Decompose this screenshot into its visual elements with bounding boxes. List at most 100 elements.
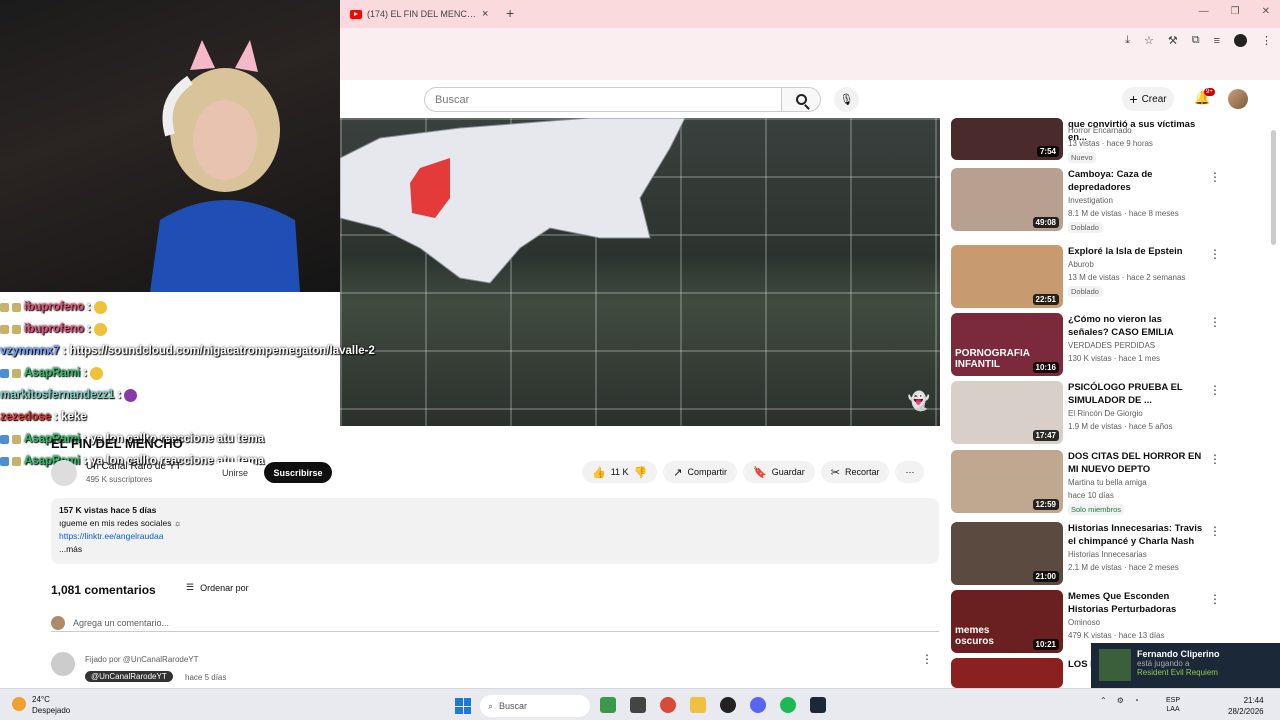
close-tab-icon[interactable]: × bbox=[482, 8, 488, 20]
bookmark-star-icon[interactable]: ☆ bbox=[1144, 34, 1154, 47]
steam-icon[interactable] bbox=[810, 697, 826, 713]
lang-code: ESP bbox=[1166, 697, 1181, 704]
recommendation-channel[interactable]: El Rincón De Giorgio bbox=[1068, 409, 1143, 418]
recommendation-channel[interactable]: Historias Innecesarias bbox=[1068, 550, 1147, 559]
recommendation-title[interactable]: DOS CITAS DEL HORROR EN MI NUEVO DEPTO bbox=[1068, 450, 1203, 476]
clip-button[interactable]: ✂ Recortar bbox=[820, 461, 890, 483]
more-options-icon[interactable]: ⋮ bbox=[1209, 315, 1221, 329]
scrollbar[interactable] bbox=[1271, 130, 1276, 245]
channel-name[interactable]: Un Canal Raro de YT bbox=[86, 461, 181, 472]
video-duration: 12:59 bbox=[1032, 499, 1059, 510]
share-button[interactable]: ↗ Compartir bbox=[663, 461, 737, 483]
add-comment-placeholder: Agrega un comentario... bbox=[73, 617, 170, 628]
language-indicator[interactable]: ESP LAA bbox=[1166, 696, 1180, 714]
weather-widget[interactable]: 24°C Despejado bbox=[12, 694, 70, 716]
recommendation-badge: Nuevo bbox=[1068, 152, 1096, 163]
create-button[interactable]: + Crear bbox=[1122, 87, 1174, 111]
clock[interactable]: 21:44 28/2/2026 bbox=[1228, 695, 1264, 717]
join-button[interactable]: Unirse bbox=[212, 462, 258, 483]
more-options-icon[interactable]: ⋮ bbox=[1209, 452, 1221, 466]
more-options-icon[interactable]: ⋮ bbox=[1209, 524, 1221, 538]
wifi-icon[interactable]: ◔ bbox=[1134, 696, 1139, 705]
search-button[interactable] bbox=[781, 87, 821, 112]
chat-username: AsapRami bbox=[24, 367, 81, 379]
sort-label: Ordenar por bbox=[200, 582, 249, 593]
more-options-icon[interactable]: ⋮ bbox=[1209, 170, 1221, 184]
more-options-icon[interactable]: ⋮ bbox=[1209, 247, 1221, 261]
like-button[interactable]: 👍 11 K 👎 bbox=[582, 461, 658, 483]
restore-icon[interactable]: ❐ bbox=[1231, 6, 1240, 17]
file-explorer-icon[interactable] bbox=[690, 697, 706, 713]
video-thumbnail[interactable]: memes oscuros 10:21 bbox=[951, 590, 1063, 653]
video-thumbnail[interactable] bbox=[951, 658, 1063, 688]
video-thumbnail[interactable]: 22:51 bbox=[951, 245, 1063, 308]
thumbs-down-icon[interactable]: 👎 bbox=[634, 466, 648, 479]
system-tray: ⌃ ⚙ ◔ bbox=[1100, 696, 1139, 705]
chat-text: : keke bbox=[54, 411, 87, 423]
app-icon[interactable] bbox=[720, 697, 736, 713]
recommendation-channel[interactable]: Investigation bbox=[1068, 196, 1113, 205]
taskbar-search[interactable]: ⌕ Buscar bbox=[480, 695, 590, 717]
recommendation-channel[interactable]: VERDADES PERDIDAS bbox=[1068, 341, 1155, 350]
more-options-icon[interactable]: ⋮ bbox=[1209, 383, 1221, 397]
extension-icon[interactable]: ⚒ bbox=[1168, 34, 1178, 47]
chevron-up-icon[interactable]: ⌃ bbox=[1100, 696, 1107, 705]
chat-username: ibuprofeno bbox=[24, 323, 85, 335]
recommendation-channel[interactable]: Martina tu bella amiga bbox=[1068, 478, 1147, 487]
share-icon: ↗ bbox=[673, 466, 683, 479]
voice-search-button[interactable]: 🎙 bbox=[834, 87, 859, 112]
description-link[interactable]: https://linktr.ee/angelraudaa bbox=[59, 530, 931, 543]
chrome-icon[interactable] bbox=[660, 697, 676, 713]
comment-menu-icon[interactable]: ⋮ bbox=[921, 652, 933, 666]
account-avatar[interactable] bbox=[1228, 89, 1248, 109]
puzzle-icon[interactable]: ⧉ bbox=[1192, 34, 1200, 47]
address-bar: ⤓ ☆ ⚒ ⧉ ≡ ⋮ bbox=[340, 28, 1280, 56]
recommendation-channel[interactable]: Ominoso bbox=[1068, 618, 1100, 627]
spotify-icon[interactable] bbox=[780, 697, 796, 713]
install-icon[interactable]: ⤓ bbox=[1125, 34, 1130, 47]
more-options-icon[interactable]: ⋮ bbox=[1209, 592, 1221, 606]
video-thumbnail[interactable]: PORNOGRAFIA INFANTIL 10:16 bbox=[951, 313, 1063, 376]
commenter-avatar[interactable] bbox=[51, 652, 75, 676]
friend-playing-toast[interactable]: Fernando Cliperino está jugando a Reside… bbox=[1091, 643, 1280, 688]
network-icon[interactable]: ⚙ bbox=[1117, 696, 1124, 705]
recommendation-title[interactable]: ¿Cómo no vieron las señales? CASO EMILIA bbox=[1068, 313, 1203, 339]
video-player[interactable]: 👻 bbox=[340, 118, 940, 426]
start-button[interactable] bbox=[455, 698, 471, 714]
add-comment-field[interactable]: Agrega un comentario... bbox=[51, 614, 939, 632]
recommendation-title[interactable]: Exploré la Isla de Epstein bbox=[1068, 245, 1203, 258]
terminal-icon[interactable] bbox=[630, 697, 646, 713]
video-thumbnail[interactable]: 7:54 bbox=[951, 118, 1063, 160]
more-actions-button[interactable]: ⋯ bbox=[895, 461, 925, 483]
browser-menu-icon[interactable]: ⋮ bbox=[1261, 34, 1272, 47]
video-thumbnail[interactable]: 17:47 bbox=[951, 381, 1063, 444]
description-more[interactable]: ...más bbox=[59, 543, 931, 556]
game-app-icon[interactable] bbox=[600, 697, 616, 713]
description-box[interactable]: 157 K vistas hace 5 días ıgueme en mis r… bbox=[51, 498, 939, 564]
save-button[interactable]: 🔖 Guardar bbox=[743, 461, 815, 483]
search-input[interactable]: Buscar bbox=[424, 87, 782, 112]
thumbs-up-icon: 👍 bbox=[592, 466, 606, 479]
close-window-icon[interactable]: ✕ bbox=[1262, 6, 1270, 17]
channel-avatar[interactable] bbox=[51, 460, 77, 486]
recommendation-channel[interactable]: Horror Encarnado bbox=[1068, 126, 1132, 135]
subscribe-button[interactable]: Suscribirse bbox=[264, 462, 332, 483]
recommendation-channel[interactable]: Aburob bbox=[1068, 260, 1094, 269]
recommendation-title[interactable]: Historias Innecesarias: Travis el chimpa… bbox=[1068, 522, 1203, 548]
discord-icon[interactable] bbox=[750, 697, 766, 713]
video-thumbnail[interactable]: 21:00 bbox=[951, 522, 1063, 585]
search-icon: ⌕ bbox=[488, 700, 494, 711]
browser-tab[interactable]: (174) EL FIN DEL MENCHO - Yo × bbox=[346, 4, 496, 24]
sort-button[interactable]: ☰ Ordenar por bbox=[186, 582, 249, 593]
recommendation-title[interactable]: Memes Que Esconden Historias Perturbador… bbox=[1068, 590, 1203, 616]
bookmarks-bar bbox=[340, 56, 1280, 80]
pinned-user[interactable]: @UnCanalRarodeYT bbox=[85, 671, 173, 682]
recommendation-title[interactable]: Camboya: Caza de depredadores bbox=[1068, 168, 1203, 194]
media-queue-icon[interactable]: ≡ bbox=[1214, 35, 1220, 47]
recommendation-title[interactable]: PSICÓLOGO PRUEBA EL SIMULADOR DE ... bbox=[1068, 381, 1203, 407]
profile-icon[interactable] bbox=[1234, 34, 1247, 47]
video-thumbnail[interactable]: 49:08 bbox=[951, 168, 1063, 231]
video-thumbnail[interactable]: 12:59 bbox=[951, 450, 1063, 513]
minimize-icon[interactable]: — bbox=[1199, 6, 1209, 17]
new-tab-button[interactable]: + bbox=[506, 5, 514, 21]
